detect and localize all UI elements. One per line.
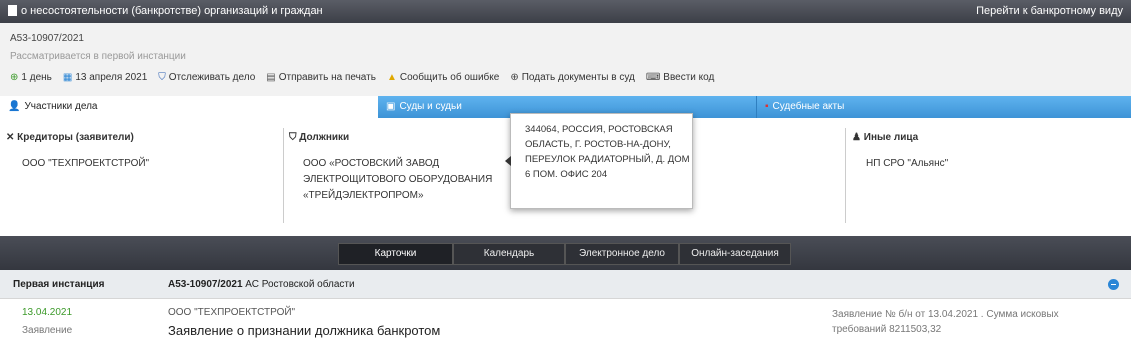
collapse-icon[interactable] bbox=[1108, 279, 1119, 290]
event-organization: ООО "ТЕХПРОЕКТСТРОЙ" bbox=[168, 307, 296, 318]
event-title-link[interactable]: Заявление о признании должника банкротом bbox=[168, 323, 440, 338]
instance-case: А53-10907/2021 АС Ростовской области bbox=[168, 279, 355, 290]
switch-to-bankruptcy-view-link[interactable]: Перейти к банкротному виду bbox=[976, 5, 1123, 17]
bank-icon: ⛉ bbox=[289, 132, 300, 143]
date-button[interactable]: ▦ 13 апреля 2021 bbox=[63, 72, 147, 83]
case-status: Рассматривается в первой инстанции bbox=[10, 51, 186, 62]
tab-electronic-case[interactable]: Электронное дело bbox=[565, 243, 679, 265]
case-category-title: о несостоятельности (банкротстве) органи… bbox=[8, 5, 323, 17]
tab-cards[interactable]: Карточки bbox=[338, 243, 453, 265]
print-button[interactable]: ▤ Отправить на печать bbox=[266, 72, 376, 83]
scales-icon: ✕ bbox=[6, 132, 18, 143]
tooltip-arrow bbox=[505, 156, 511, 166]
column-divider bbox=[283, 128, 284, 223]
track-case-button[interactable]: ⛉ Отслеживать дело bbox=[158, 72, 255, 83]
case-header: А53-10907/2021 Рассматривается в первой … bbox=[0, 23, 1131, 97]
instance-header: Первая инстанция А53-10907/2021 АС Росто… bbox=[0, 270, 1131, 299]
debtor-name[interactable]: ООО «РОСТОВСКИЙ ЗАВОД ЭЛЕКТРОЩИТОВОГО ОБ… bbox=[303, 156, 508, 204]
event-date: 13.04.2021 bbox=[22, 307, 73, 318]
person-icon: ♟ bbox=[852, 132, 864, 143]
instance-label: Первая инстанция bbox=[13, 279, 105, 290]
tab-acts[interactable]: ▪ Судебные акты bbox=[756, 96, 1131, 118]
tab-participants[interactable]: 👤 Участники дела bbox=[0, 96, 378, 118]
clock-icon: ⊕ bbox=[10, 71, 19, 83]
document-icon bbox=[8, 5, 17, 16]
shield-icon: ⛉ bbox=[158, 71, 166, 83]
case-toolbar: ⊕ 1 день ▦ 13 апреля 2021 ⛉ Отслеживать дел… bbox=[10, 72, 714, 83]
top-bar: о несостоятельности (банкротстве) органи… bbox=[0, 0, 1131, 23]
submit-documents-button[interactable]: ⊕ Подать документы в суд bbox=[510, 72, 635, 83]
document-red-icon: ▪ bbox=[765, 101, 769, 112]
enter-code-button[interactable]: ⌨ Ввести код bbox=[646, 72, 714, 83]
warning-icon: ▲ bbox=[386, 71, 397, 83]
report-error-button[interactable]: ▲ Сообщить об ошибке bbox=[387, 72, 499, 83]
column-divider bbox=[845, 128, 846, 223]
one-day-button[interactable]: ⊕ 1 день bbox=[10, 72, 52, 83]
address-tooltip: 344064, РОССИЯ, РОСТОВСКАЯ ОБЛАСТЬ, Г. Р… bbox=[505, 113, 693, 209]
creditors-heading: ✕ Кредиторы (заявители) bbox=[6, 132, 134, 143]
event-details: Заявление № б/н от 13.04.2021 . Сумма ис… bbox=[832, 309, 1059, 335]
plus-circle-icon: ⊕ bbox=[510, 71, 519, 83]
address-text: 344064, РОССИЯ, РОСТОВСКАЯ ОБЛАСТЬ, Г. Р… bbox=[525, 124, 690, 180]
case-number: А53-10907/2021 bbox=[10, 33, 84, 44]
other-person-name[interactable]: НП СРО "Альянс" bbox=[866, 156, 1106, 172]
printer-icon: ▤ bbox=[266, 71, 276, 83]
calendar-icon: ▦ bbox=[62, 71, 73, 83]
instance-court: АС Ростовской области bbox=[245, 279, 355, 290]
case-event-row: 13.04.2021 Заявление ООО "ТЕХПРОЕКТСТРОЙ… bbox=[0, 299, 1131, 350]
tab-online-hearings[interactable]: Онлайн-заседания bbox=[679, 243, 791, 265]
instance-case-number: А53-10907/2021 bbox=[168, 279, 243, 290]
debtors-heading: ⛉ Должники bbox=[289, 132, 350, 143]
event-type: Заявление bbox=[22, 325, 73, 336]
other-persons-heading: ♟ Иные лица bbox=[852, 132, 919, 143]
view-switch-bar: Карточки Календарь Электронное дело Онла… bbox=[0, 236, 1131, 270]
view-tabs: Карточки Календарь Электронное дело Онла… bbox=[338, 243, 791, 265]
user-icon: 👤 bbox=[8, 101, 21, 112]
code-icon: ⌨ bbox=[645, 71, 661, 83]
court-icon: ▣ bbox=[386, 101, 396, 112]
creditor-name[interactable]: ООО "ТЕХПРОЕКТСТРОЙ" bbox=[22, 156, 272, 172]
tab-calendar[interactable]: Календарь bbox=[453, 243, 565, 265]
